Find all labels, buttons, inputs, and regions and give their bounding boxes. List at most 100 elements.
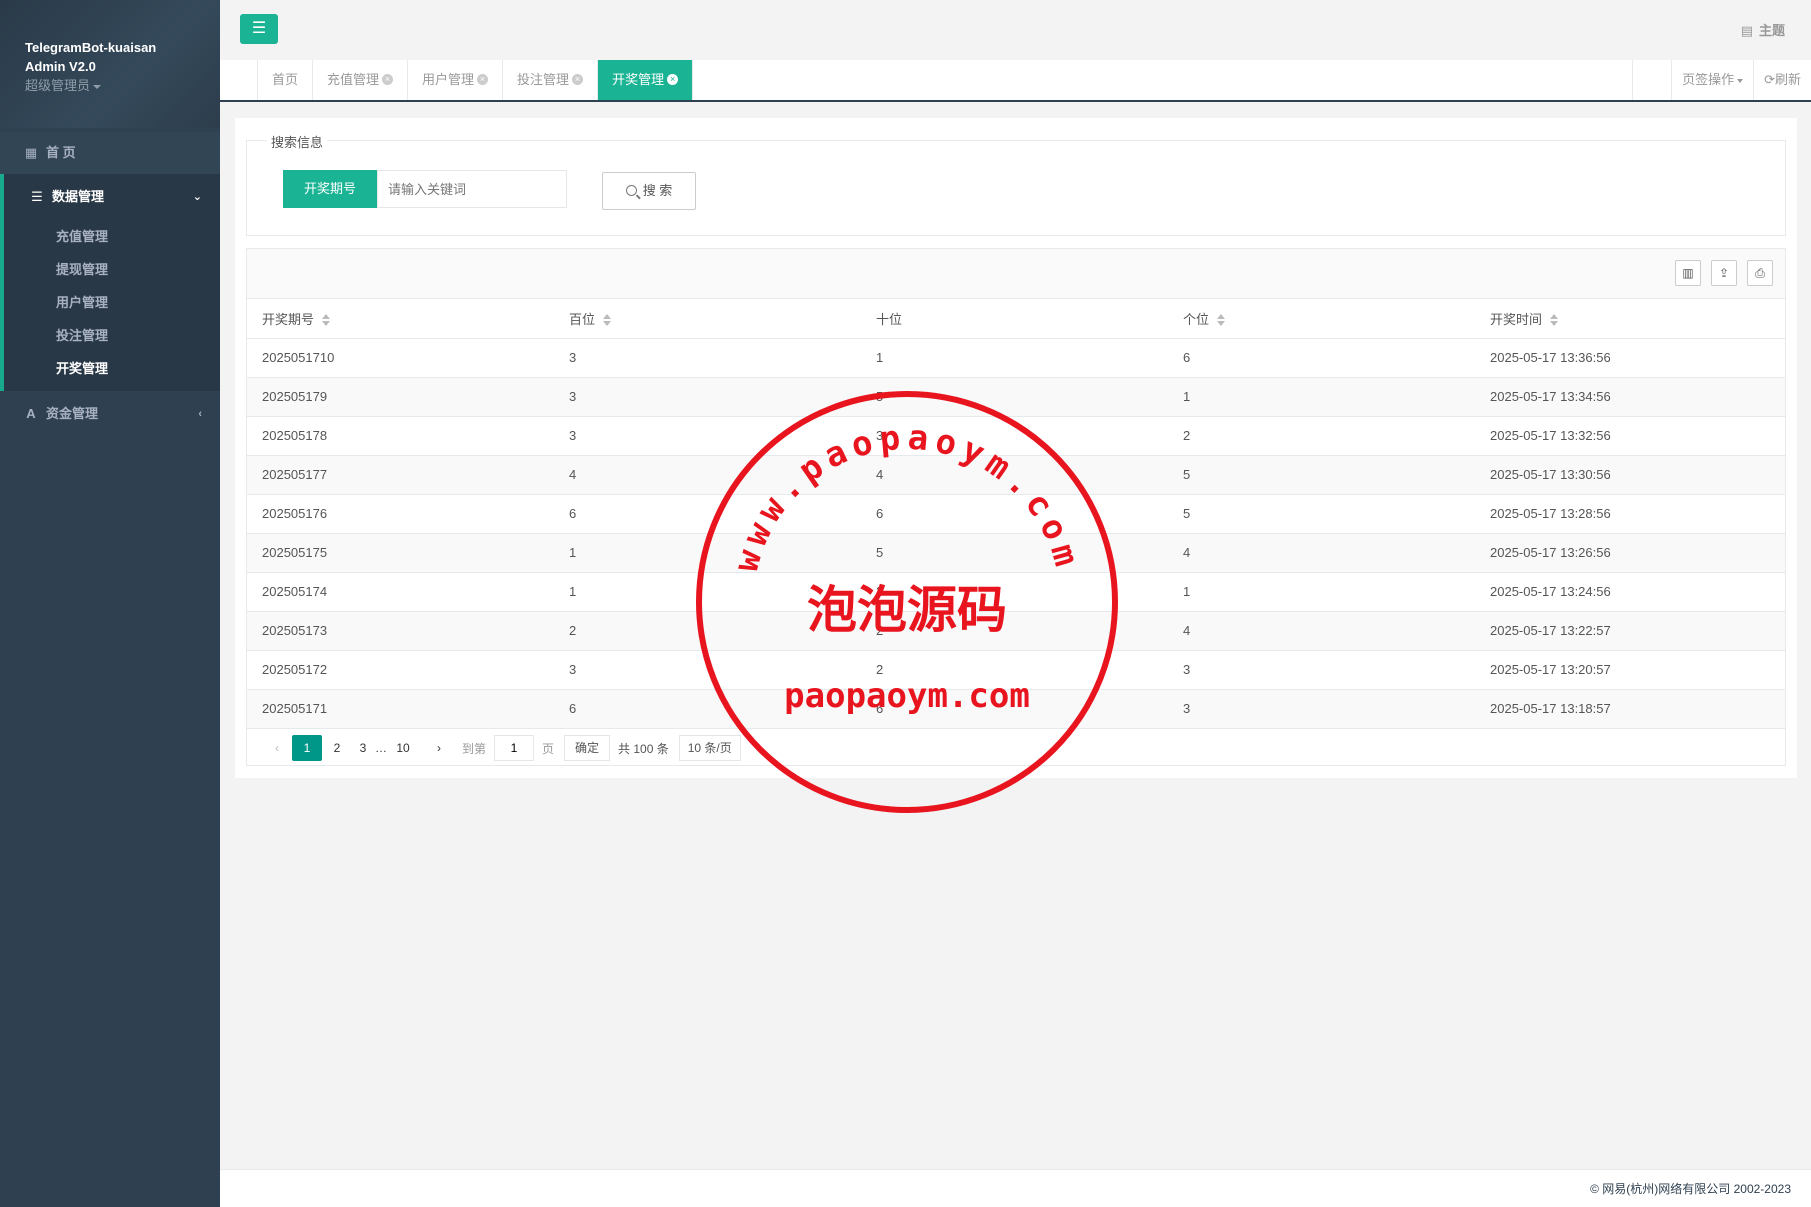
sort-icon bbox=[1550, 314, 1559, 327]
refresh-icon: ⟳ bbox=[1764, 72, 1775, 87]
table-row: 202505176 6 6 5 2025-05-17 13:28:56 bbox=[247, 494, 1785, 534]
search-input[interactable] bbox=[377, 170, 567, 208]
theme-button[interactable]: ▤ 主题 bbox=[1741, 20, 1785, 39]
sidebar-submenu: 充值管理 提现管理 用户管理 投注管理 开奖管理 bbox=[4, 220, 220, 391]
cell-time: 2025-05-17 13:20:57 bbox=[1475, 650, 1785, 690]
cell-issue: 202505179 bbox=[247, 377, 554, 417]
cell-units: 6 bbox=[1168, 338, 1475, 378]
sort-icon bbox=[1217, 314, 1226, 327]
sidebar-item-bets[interactable]: 投注管理 bbox=[4, 319, 220, 352]
cell-units: 4 bbox=[1168, 533, 1475, 573]
print-icon: ⎙ bbox=[1755, 266, 1765, 280]
refresh-label: 刷新 bbox=[1774, 72, 1801, 87]
page-button-2[interactable]: 2 bbox=[322, 735, 352, 761]
sidebar-item-users[interactable]: 用户管理 bbox=[4, 286, 220, 319]
tab-label: 首页 bbox=[272, 72, 299, 87]
page-size-select[interactable]: 10 条/页 bbox=[678, 735, 741, 761]
sidebar-item-home[interactable]: ▦ 首 页 bbox=[0, 132, 220, 174]
cell-hundreds: 6 bbox=[554, 689, 861, 729]
cell-time: 2025-05-17 13:32:56 bbox=[1475, 416, 1785, 456]
close-icon[interactable]: × bbox=[382, 74, 394, 86]
column-header-hundreds[interactable]: 百位 bbox=[554, 299, 861, 339]
cell-tens: 5 bbox=[861, 377, 1168, 417]
cell-time: 2025-05-17 13:28:56 bbox=[1475, 494, 1785, 534]
tab-label: 投注管理 bbox=[517, 72, 570, 87]
cell-tens: 1 bbox=[861, 338, 1168, 378]
tab-home[interactable]: 首页 bbox=[258, 60, 314, 100]
cell-units: 5 bbox=[1168, 494, 1475, 534]
page-ops-dropdown[interactable]: 页签操作 bbox=[1672, 60, 1755, 100]
cell-tens: 2 bbox=[861, 611, 1168, 651]
cell-tens: 3 bbox=[861, 416, 1168, 456]
main-content: 搜索信息 开奖期号 搜 索 ▥ ⇪ ⎙ 开奖期号 百位 十位 个位 开奖时间 bbox=[235, 118, 1797, 778]
table-row: 202505172 3 2 3 2025-05-17 13:20:57 bbox=[247, 650, 1785, 690]
table-row: 2025051710 3 1 6 2025-05-17 13:36:56 bbox=[247, 338, 1785, 378]
search-legend: 搜索信息 bbox=[267, 132, 328, 151]
cell-issue: 202505171 bbox=[247, 689, 554, 729]
cell-issue: 202505177 bbox=[247, 455, 554, 495]
sidebar-item-funds[interactable]: A 资金管理 ‹ bbox=[0, 391, 220, 437]
role-dropdown[interactable]: 超级管理员 bbox=[25, 76, 220, 95]
goto-confirm-button[interactable]: 确定 bbox=[564, 735, 611, 761]
sidebar-group-data: ☰ 数据管理 ⌄ 充值管理 提现管理 用户管理 投注管理 开奖管理 bbox=[0, 174, 220, 391]
tab-lottery[interactable]: 开奖管理 × bbox=[598, 60, 694, 100]
sidebar-item-label: 数据管理 bbox=[52, 189, 105, 204]
search-field-label: 开奖期号 bbox=[283, 170, 377, 208]
column-header-units[interactable]: 个位 bbox=[1168, 299, 1475, 339]
column-header-tens: 十位 bbox=[861, 299, 1168, 339]
lottery-table: 开奖期号 百位 十位 个位 开奖时间 2025051710 3 1 6 2025-05-… bbox=[247, 299, 1785, 729]
tab-label: 用户管理 bbox=[422, 72, 475, 87]
sidebar-item-lottery[interactable]: 开奖管理 bbox=[4, 352, 220, 385]
goto-page-input[interactable] bbox=[494, 735, 535, 761]
refresh-button[interactable]: ⟳刷新 bbox=[1754, 60, 1811, 100]
tab-bar: 首页 充值管理 × 用户管理 × 投注管理 × 开奖管理 × 页签操作 ⟳刷新 bbox=[220, 60, 1811, 102]
cell-units: 2 bbox=[1168, 416, 1475, 456]
sidebar-item-withdraw[interactable]: 提现管理 bbox=[4, 253, 220, 286]
column-header-label: 开奖时间 bbox=[1490, 311, 1543, 327]
close-icon[interactable]: × bbox=[667, 74, 679, 86]
columns-button[interactable]: ▥ bbox=[1675, 260, 1701, 286]
table-toolbar: ▥ ⇪ ⎙ bbox=[247, 249, 1785, 299]
cell-tens: 4 bbox=[861, 455, 1168, 495]
goto-label: 到第 bbox=[462, 741, 487, 756]
page-button-10[interactable]: 10 bbox=[388, 735, 418, 761]
tab-label: 开奖管理 bbox=[612, 72, 665, 87]
tab-scroll-right[interactable] bbox=[1632, 60, 1673, 100]
sidebar-item-label: 资金管理 bbox=[46, 406, 99, 421]
sidebar-item-recharge[interactable]: 充值管理 bbox=[4, 220, 220, 253]
total-count: 共 100 条 bbox=[618, 741, 669, 756]
footer: © 网易(杭州)网络有限公司 2002-2023 bbox=[220, 1169, 1811, 1207]
cell-hundreds: 2 bbox=[554, 611, 861, 651]
search-button-label: 搜 索 bbox=[642, 183, 673, 198]
cell-tens: 6 bbox=[861, 689, 1168, 729]
export-button[interactable]: ⇪ bbox=[1711, 260, 1737, 286]
chevron-down-icon: ⌄ bbox=[192, 191, 202, 203]
sidebar-item-label: 首 页 bbox=[46, 145, 76, 160]
close-icon[interactable]: × bbox=[477, 74, 489, 86]
print-button[interactable]: ⎙ bbox=[1747, 260, 1773, 286]
table-row: 202505177 4 4 5 2025-05-17 13:30:56 bbox=[247, 455, 1785, 495]
cell-issue: 202505176 bbox=[247, 494, 554, 534]
prev-page-button[interactable]: ‹ bbox=[262, 735, 292, 761]
next-page-button[interactable]: › bbox=[424, 735, 454, 761]
menu-toggle-button[interactable]: ☰ bbox=[240, 14, 278, 44]
page-button-1[interactable]: 1 bbox=[292, 735, 322, 761]
sort-icon bbox=[603, 314, 612, 327]
sort-icon bbox=[322, 314, 331, 327]
cell-time: 2025-05-17 13:18:57 bbox=[1475, 689, 1785, 729]
cell-time: 2025-05-17 13:26:56 bbox=[1475, 533, 1785, 573]
sidebar-item-data-management[interactable]: ☰ 数据管理 ⌄ bbox=[4, 174, 220, 220]
tab-users[interactable]: 用户管理 × bbox=[408, 60, 504, 100]
caret-down-icon bbox=[93, 84, 102, 89]
column-header-issue[interactable]: 开奖期号 bbox=[247, 299, 554, 339]
tab-bets[interactable]: 投注管理 × bbox=[503, 60, 599, 100]
search-button[interactable]: 搜 索 bbox=[602, 172, 696, 210]
columns-icon: ▥ bbox=[1682, 266, 1694, 280]
cell-hundreds: 3 bbox=[554, 377, 861, 417]
tab-scroll-left[interactable] bbox=[220, 60, 258, 100]
tab-recharge[interactable]: 充值管理 × bbox=[313, 60, 409, 100]
close-icon[interactable]: × bbox=[572, 74, 584, 86]
page-button-3[interactable]: 3 bbox=[352, 735, 374, 761]
cell-tens: 5 bbox=[861, 533, 1168, 573]
column-header-time[interactable]: 开奖时间 bbox=[1475, 299, 1785, 339]
